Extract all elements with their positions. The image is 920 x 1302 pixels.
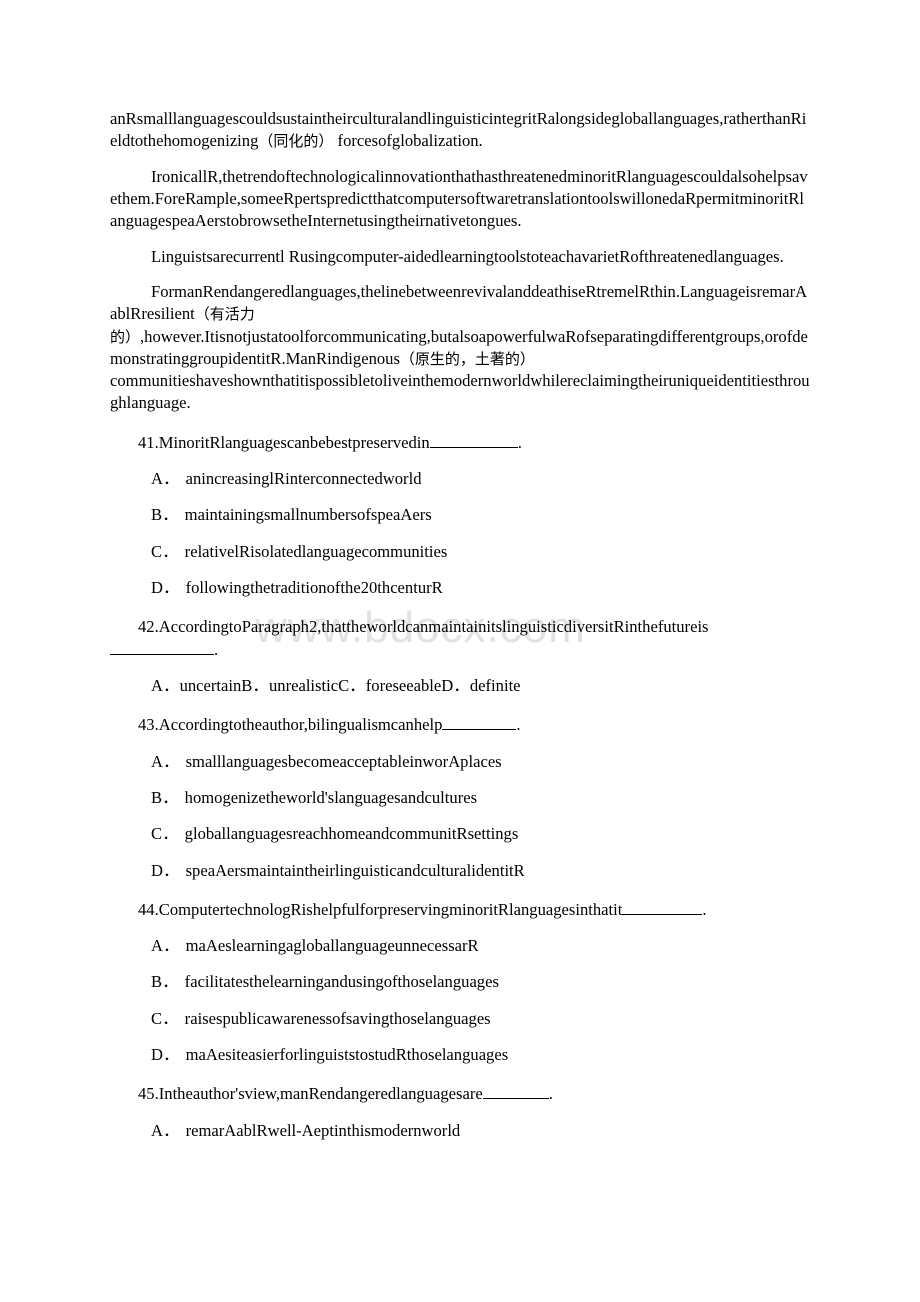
option-d[interactable]: D． speaAersmaintaintheirlinguisticandcult…: [110, 860, 810, 882]
option-text: maAeslearningagloballanguageunnecessarR: [185, 936, 479, 956]
option-letter: A．: [151, 1120, 180, 1140]
option-letter: A．: [151, 469, 180, 489]
option-letter: D．: [151, 578, 180, 597]
question-text: AccordingtoParagraph2,thattheworldcanmai…: [158, 617, 709, 637]
question-period: .: [214, 639, 219, 659]
passage-paragraph: FormanRendangeredlanguages,thelinebetwee…: [110, 281, 810, 415]
question-period: .: [702, 899, 707, 919]
option-b[interactable]: B． facilitatesthelearningandusingofthosel…: [110, 971, 810, 993]
option-b[interactable]: B． maintainingsmallnumbersofspeaAers: [110, 504, 810, 526]
option-a[interactable]: A． anincreasinglRinterconnectedworld: [110, 468, 810, 490]
question-text: ComputertechnologRishelpfulforpreserving…: [158, 899, 623, 919]
paragraph-text-tail: forcesofglobalization.: [333, 131, 483, 151]
question-block-43: 43.Accordingtotheauthor,bilingualismcanh…: [110, 714, 810, 882]
document-body: anRsmalllanguagescouldsustaintheircultur…: [110, 108, 810, 1142]
option-text: maintainingsmallnumbersofspeaAers: [184, 505, 432, 525]
passage-paragraph: IronicallR,thetrendoftechnologicalinnova…: [110, 166, 810, 233]
option-text: remarAablRwell-Aeptinthismodernworld: [185, 1120, 461, 1140]
question-stem: 42.AccordingtoParagraph2,thattheworldcan…: [110, 616, 810, 661]
option-d[interactable]: D． maAesiteasierforlinguiststostudRthosel…: [110, 1044, 810, 1066]
answer-blank[interactable]: [482, 1098, 549, 1100]
question-block-45: 45.Intheauthor'sview,manRendangeredlangu…: [110, 1083, 810, 1142]
option-c[interactable]: C． relativelRisolatedlanguagecommunities: [110, 541, 810, 563]
question-block-41: 41.MinoritRlanguagescanbebestpreservedin…: [110, 432, 810, 600]
option-text: relativelRisolatedlanguagecommunities: [184, 541, 448, 561]
question-number: 45.: [138, 1084, 159, 1104]
option-letter: A．: [151, 936, 180, 956]
option-inline-text: A．uncertainB．unrealisticC．foreseeableD．d…: [151, 675, 521, 695]
option-text: speaAersmaintaintheirlinguisticandcultur…: [185, 860, 525, 880]
option-letter: B．: [151, 787, 179, 807]
option-a[interactable]: A． smalllanguagesbecomeacceptableinworApl…: [110, 751, 810, 773]
document-page: www.bdocx.com anRsmalllanguagescouldsust…: [0, 0, 920, 1302]
passage-paragraph: anRsmalllanguagescouldsustaintheircultur…: [110, 108, 810, 153]
option-text: anincreasinglRinterconnectedworld: [185, 469, 422, 489]
question-stem: 44.ComputertechnologRishelpfulforpreserv…: [110, 899, 810, 921]
option-letter: C．: [151, 1008, 179, 1028]
question-period: .: [517, 432, 522, 452]
option-a[interactable]: A． maAeslearningagloballanguageunnecessar…: [110, 935, 810, 957]
question-period: .: [548, 1084, 553, 1104]
option-text: globallanguagesreachhomeandcommunitRsett…: [184, 824, 519, 844]
option-letter: D．: [151, 1045, 180, 1065]
option-a[interactable]: A． remarAablRwell-Aeptinthismodernworld: [110, 1120, 810, 1142]
answer-blank[interactable]: [442, 729, 517, 731]
question-number: 44.: [138, 899, 159, 919]
chinese-gloss: （原生的，土著的）: [399, 349, 535, 368]
option-letter: A．: [151, 751, 180, 771]
answer-blank[interactable]: [110, 653, 214, 655]
option-letter: C．: [151, 824, 179, 844]
option-c[interactable]: C． raisespublicawarenessofsavingthoselang…: [110, 1008, 810, 1030]
chinese-gloss: （同化的）: [258, 132, 334, 151]
option-d[interactable]: D． followingthetraditionofthe20thcenturR: [110, 577, 810, 599]
answer-blank[interactable]: [429, 446, 518, 448]
paragraph-text: Linguistsarecurrentl Rusingcomputer-aide…: [151, 246, 784, 266]
paragraph-text-tail: communitieshaveshownthatitispossibletoli…: [110, 371, 810, 413]
question-number: 43.: [138, 715, 159, 735]
option-text: facilitatesthelearningandusingofthoselan…: [184, 972, 499, 992]
question-stem: 45.Intheauthor'sview,manRendangeredlangu…: [110, 1083, 810, 1105]
answer-blank[interactable]: [622, 913, 703, 915]
option-letter: B．: [151, 972, 179, 992]
option-letter: C．: [151, 541, 179, 561]
question-number: 41.: [138, 432, 159, 452]
option-b[interactable]: B． homogenizetheworld'slanguagesandcultur…: [110, 787, 810, 809]
option-text: maAesiteasierforlinguiststostudRthoselan…: [185, 1045, 509, 1065]
question-text: Accordingtotheauthor,bilingualismcanhelp: [158, 715, 443, 735]
question-number: 42.: [138, 617, 159, 637]
option-letter: B．: [151, 505, 179, 525]
option-text: homogenizetheworld'slanguagesandcultures: [184, 787, 478, 807]
option-text: followingthetraditionofthe20thcenturR: [185, 578, 443, 597]
question-stem: 41.MinoritRlanguagescanbebestpreservedin…: [110, 432, 810, 454]
question-period: .: [516, 715, 521, 735]
question-block-42: 42.AccordingtoParagraph2,thattheworldcan…: [110, 616, 810, 697]
option-c[interactable]: C． globallanguagesreachhomeandcommunitRse…: [110, 823, 810, 845]
option-letter: D．: [151, 860, 180, 880]
question-text: MinoritRlanguagescanbebestpreservedin: [158, 432, 430, 452]
paragraph-text: IronicallR,thetrendoftechnologicalinnova…: [110, 166, 808, 231]
question-stem: 43.Accordingtotheauthor,bilingualismcanh…: [110, 714, 810, 736]
question-text: Intheauthor'sview,manRendangeredlanguage…: [158, 1084, 483, 1104]
option-text: smalllanguagesbecomeacceptableinworAplac…: [185, 751, 502, 771]
passage-paragraph: Linguistsarecurrentl Rusingcomputer-aide…: [110, 246, 810, 268]
option-text: raisespublicawarenessofsavingthoselangua…: [184, 1008, 491, 1028]
question-block-44: 44.ComputertechnologRishelpfulforpreserv…: [110, 899, 810, 1067]
option-row-inline[interactable]: A．uncertainB．unrealisticC．foreseeableD．d…: [110, 675, 810, 697]
